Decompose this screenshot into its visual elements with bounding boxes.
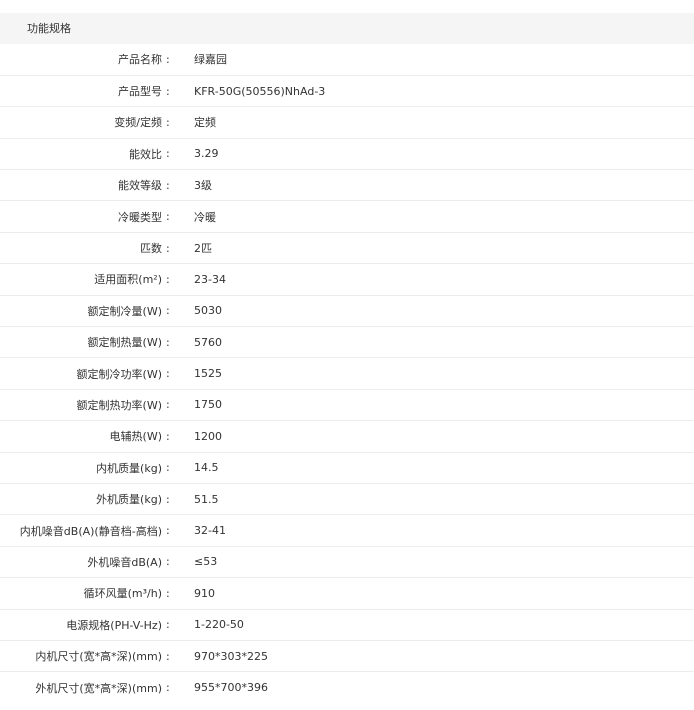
spec-label: 电源规格(PH-V-Hz) bbox=[66, 618, 162, 632]
spec-separator: : bbox=[166, 681, 170, 695]
spec-label: 外机尺寸(宽*高*深)(mm) bbox=[35, 681, 162, 695]
spec-value: 2匹 bbox=[194, 242, 212, 256]
spec-value: 5760 bbox=[194, 335, 222, 349]
spec-value: 绿嘉园 bbox=[194, 53, 227, 67]
spec-label: 变频/定频 bbox=[114, 116, 162, 130]
spec-row: 适用面积(m²): 23-34 bbox=[0, 264, 694, 296]
spec-value: 1525 bbox=[194, 367, 222, 381]
spec-separator: : bbox=[166, 367, 170, 381]
spec-separator: : bbox=[166, 524, 170, 538]
spec-row: 内机尺寸(宽*高*深)(mm): 970*303*225 bbox=[0, 640, 694, 672]
spec-label: 内机噪音dB(A)(静音档-高档) bbox=[19, 524, 162, 538]
spec-value: 定频 bbox=[194, 116, 216, 130]
spec-separator: : bbox=[166, 241, 170, 255]
spec-row: 额定制冷功率(W): 1525 bbox=[0, 358, 694, 390]
spec-separator: : bbox=[166, 555, 170, 569]
spec-row: 能效比: 3.29 bbox=[0, 138, 694, 170]
spec-value: 910 bbox=[194, 586, 215, 600]
spec-label: 冷暖类型 bbox=[118, 210, 162, 224]
spec-row: 内机质量(kg): 14.5 bbox=[0, 452, 694, 484]
spec-label: 产品型号 bbox=[118, 85, 162, 99]
spec-separator: : bbox=[166, 272, 170, 286]
spec-value: 冷暖 bbox=[194, 210, 216, 224]
spec-separator: : bbox=[166, 586, 170, 600]
spec-label: 能效比 bbox=[129, 147, 162, 161]
spec-value: 1200 bbox=[194, 429, 222, 443]
spec-value: 51.5 bbox=[194, 492, 219, 506]
spec-separator: : bbox=[166, 178, 170, 192]
spec-separator: : bbox=[166, 52, 170, 66]
spec-row: 能效等级: 3级 bbox=[0, 170, 694, 201]
spec-separator: : bbox=[166, 115, 170, 129]
spec-label: 额定制冷功率(W) bbox=[76, 367, 162, 381]
spec-row: 电源规格(PH-V-Hz): 1-220-50 bbox=[0, 609, 694, 641]
spec-label: 内机质量(kg) bbox=[96, 461, 162, 475]
spec-table: 产品名称: 绿嘉园产品型号: KFR-50G(50556)NhAd-3 变频/定频: 定… bbox=[0, 44, 694, 703]
spec-label: 匹数 bbox=[140, 242, 162, 256]
spec-label: 内机尺寸(宽*高*深)(mm) bbox=[35, 650, 162, 664]
spec-row: 外机质量(kg): 51.5 bbox=[0, 483, 694, 515]
spec-row: 变频/定频: 定频 bbox=[0, 107, 694, 139]
spec-label: 额定制冷量(W) bbox=[87, 304, 162, 318]
spec-row: 外机噪音dB(A): ≤53 bbox=[0, 546, 694, 578]
spec-separator: : bbox=[166, 429, 170, 443]
section-title: 功能规格 bbox=[0, 13, 694, 44]
spec-label: 循环风量(m³/h) bbox=[83, 587, 162, 601]
spec-value: 970*303*225 bbox=[194, 649, 268, 663]
spec-value: 955*700*396 bbox=[194, 681, 268, 695]
spec-label: 能效等级 bbox=[118, 179, 162, 193]
spec-row: 产品名称: 绿嘉园 bbox=[0, 44, 694, 76]
spec-value: ≤53 bbox=[194, 555, 218, 569]
spec-separator: : bbox=[166, 461, 170, 475]
spec-label: 外机质量(kg) bbox=[96, 493, 162, 507]
spec-value: 14.5 bbox=[194, 461, 219, 475]
spec-label: 额定制热功率(W) bbox=[76, 398, 162, 412]
spec-row: 匹数: 2匹 bbox=[0, 232, 694, 264]
spec-row: 额定制热功率(W): 1750 bbox=[0, 389, 694, 421]
spec-label: 适用面积(m²) bbox=[94, 273, 162, 287]
spec-value: 3级 bbox=[194, 179, 212, 193]
spec-row: 额定制热量(W): 5760 bbox=[0, 327, 694, 358]
spec-row: 内机噪音dB(A)(静音档-高档): 32-41 bbox=[0, 515, 694, 547]
spec-separator: : bbox=[166, 210, 170, 224]
spec-separator: : bbox=[166, 492, 170, 506]
spec-separator: : bbox=[166, 618, 170, 632]
spec-separator: : bbox=[166, 649, 170, 663]
spec-label: 额定制热量(W) bbox=[87, 336, 162, 350]
spec-value: 23-34 bbox=[194, 272, 226, 286]
spec-value: KFR-50G(50556)NhAd-3 bbox=[194, 84, 326, 98]
spec-panel: 功能规格 产品名称: 绿嘉园产品型号: KFR-50G(50556)NhAd-3 变频… bbox=[0, 0, 694, 703]
spec-value: 32-41 bbox=[194, 524, 226, 538]
spec-row: 额定制冷量(W): 5030 bbox=[0, 295, 694, 327]
spec-separator: : bbox=[166, 147, 170, 161]
spec-row: 冷暖类型: 冷暖 bbox=[0, 201, 694, 233]
spec-separator: : bbox=[166, 84, 170, 98]
spec-row: 电辅热(W): 1200 bbox=[0, 421, 694, 453]
spec-value: 1-220-50 bbox=[194, 618, 244, 632]
spec-value: 5030 bbox=[194, 304, 222, 318]
spec-separator: : bbox=[166, 398, 170, 412]
spec-label: 电辅热(W) bbox=[109, 430, 162, 444]
spec-label: 外机噪音dB(A) bbox=[87, 555, 162, 569]
spec-value: 3.29 bbox=[194, 147, 219, 161]
spec-value: 1750 bbox=[194, 398, 222, 412]
spec-label: 产品名称 bbox=[118, 53, 162, 67]
spec-row: 外机尺寸(宽*高*深)(mm): 955*700*396 bbox=[0, 672, 694, 703]
spec-table-body: 产品名称: 绿嘉园产品型号: KFR-50G(50556)NhAd-3 变频/定频: 定… bbox=[0, 44, 694, 703]
spec-row: 产品型号: KFR-50G(50556)NhAd-3 bbox=[0, 75, 694, 107]
spec-separator: : bbox=[166, 335, 170, 349]
spec-row: 循环风量(m³/h): 910 bbox=[0, 578, 694, 610]
spec-separator: : bbox=[166, 304, 170, 318]
